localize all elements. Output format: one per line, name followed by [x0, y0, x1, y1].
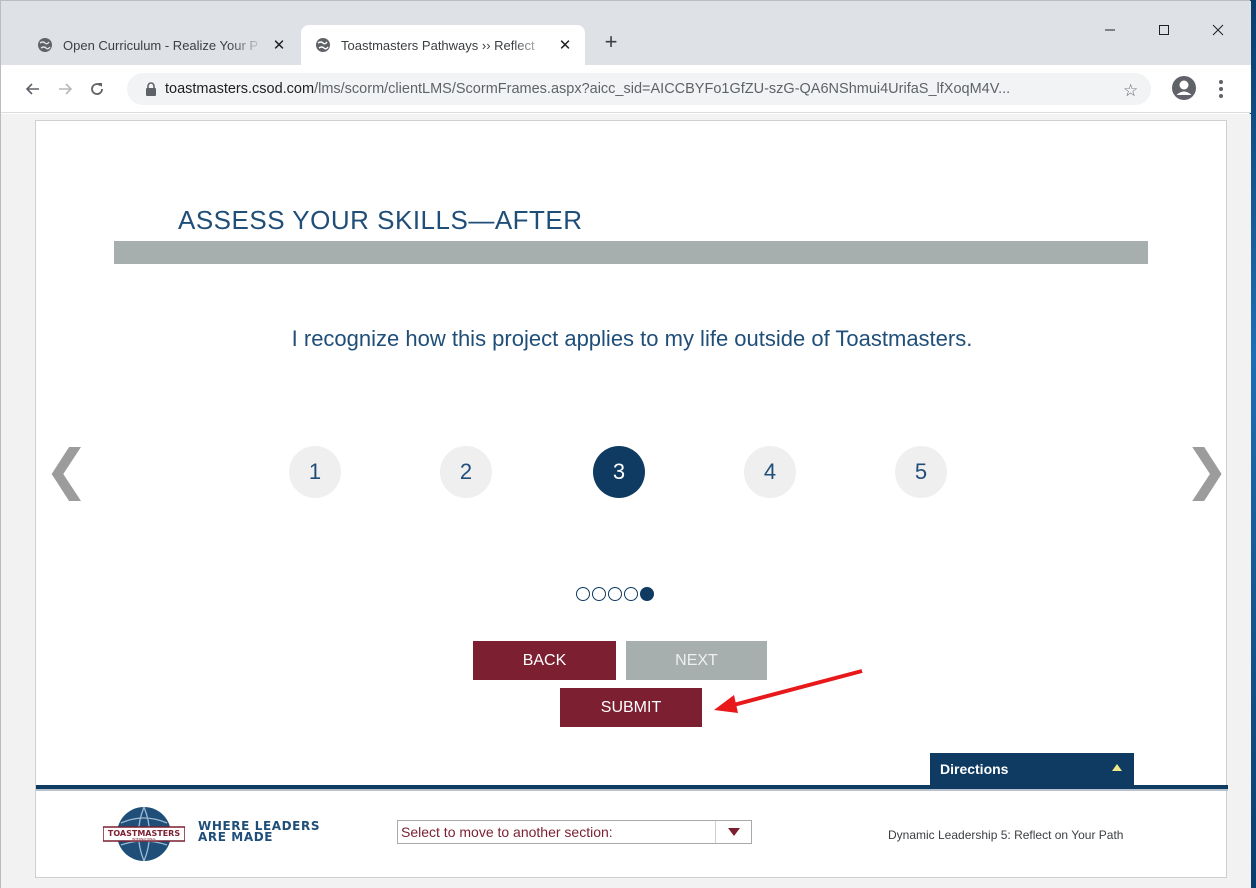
dropdown-arrow-icon[interactable]: [715, 821, 751, 843]
back-nav-button[interactable]: [21, 77, 45, 101]
page-content: ASSESS YOUR SKILLS—AFTER I recognize how…: [1, 114, 1251, 888]
lock-icon: [146, 82, 156, 96]
section-select-dropdown[interactable]: Select to move to another section:: [397, 820, 752, 844]
close-window-button[interactable]: [1195, 15, 1241, 45]
tab-open-curriculum[interactable]: Open Curriculum - Realize Your P ✕: [23, 25, 299, 65]
url-host: toastmasters.csod.com: [165, 81, 315, 97]
progress-dot: [608, 587, 622, 601]
globe-icon: [38, 38, 52, 52]
previous-question-arrow[interactable]: ❮: [44, 443, 89, 497]
title-underline-bar: [114, 241, 1148, 264]
toastmasters-logo: TOASTMASTERS INTERNATIONAL: [103, 806, 185, 862]
close-icon: [1212, 24, 1224, 36]
browser-window: Open Curriculum - Realize Your P ✕ Toast…: [0, 0, 1251, 888]
profile-avatar-icon[interactable]: [1171, 75, 1197, 101]
annotation-arrow-icon: [714, 669, 863, 713]
tab-title: Toastmasters Pathways ›› Reflect: [341, 37, 535, 53]
address-bar[interactable]: toastmasters.csod.com/lms/scorm/clientLM…: [127, 73, 1151, 105]
submit-button[interactable]: SUBMIT: [560, 688, 702, 727]
rating-option-4[interactable]: 4: [744, 446, 796, 498]
arrow-right-icon: [59, 83, 73, 95]
close-tab-icon[interactable]: ✕: [557, 37, 573, 54]
caret-up-icon: [1112, 764, 1122, 771]
minimize-button[interactable]: [1087, 15, 1133, 45]
browser-menu-button[interactable]: [1213, 77, 1229, 101]
progress-dot: [624, 587, 638, 601]
tab-title: Open Curriculum - Realize Your P: [63, 37, 259, 53]
progress-dot: [592, 587, 606, 601]
rating-option-5[interactable]: 5: [895, 446, 947, 498]
section-select-text: Select to move to another section:: [401, 824, 613, 840]
tab-strip: Open Curriculum - Realize Your P ✕ Toast…: [1, 1, 1251, 65]
next-question-arrow[interactable]: ❯: [1184, 443, 1229, 497]
rating-option-1[interactable]: 1: [289, 446, 341, 498]
minimize-icon: [1105, 29, 1115, 31]
rating-option-3[interactable]: 3: [593, 446, 645, 498]
close-tab-icon[interactable]: ✕: [271, 37, 287, 54]
browser-toolbar: toastmasters.csod.com/lms/scorm/clientLM…: [1, 65, 1251, 113]
bookmark-star-icon[interactable]: ☆: [1123, 81, 1138, 101]
back-button[interactable]: BACK: [473, 641, 616, 680]
progress-dot-current: [640, 587, 654, 601]
progress-dots: [576, 587, 654, 601]
slide-title: ASSESS YOUR SKILLS—AFTER: [178, 205, 583, 235]
tab-toastmasters-pathways[interactable]: Toastmasters Pathways ›› Reflect ✕: [301, 25, 585, 65]
maximize-button[interactable]: [1141, 15, 1187, 45]
directions-tab[interactable]: Directions: [930, 753, 1134, 785]
directions-label: Directions: [940, 761, 1009, 777]
course-title: Dynamic Leadership 5: Reflect on Your Pa…: [888, 828, 1124, 842]
arrow-left-icon: [25, 83, 39, 95]
tagline: WHERE LEADERS ARE MADE: [198, 820, 320, 844]
new-tab-button[interactable]: +: [599, 31, 623, 55]
assessment-statement: I recognize how this project applies to …: [291, 326, 973, 351]
reload-button[interactable]: [85, 77, 109, 101]
course-player: ASSESS YOUR SKILLS—AFTER I recognize how…: [35, 120, 1229, 878]
rating-option-2[interactable]: 2: [440, 446, 492, 498]
progress-dot: [576, 587, 590, 601]
url-path: /lms/scorm/clientLMS/ScormFrames.aspx?ai…: [314, 81, 1011, 97]
maximize-icon: [1159, 25, 1169, 35]
forward-nav-button[interactable]: [53, 77, 77, 101]
url-text: toastmasters.csod.com/lms/scorm/clientLM…: [165, 81, 1010, 97]
reload-icon: [91, 83, 103, 95]
tagline-line-2: ARE MADE: [198, 830, 274, 844]
globe-icon: [316, 38, 330, 52]
footer-divider-light: [36, 789, 1228, 791]
logo-subtext: INTERNATIONAL: [132, 837, 156, 841]
